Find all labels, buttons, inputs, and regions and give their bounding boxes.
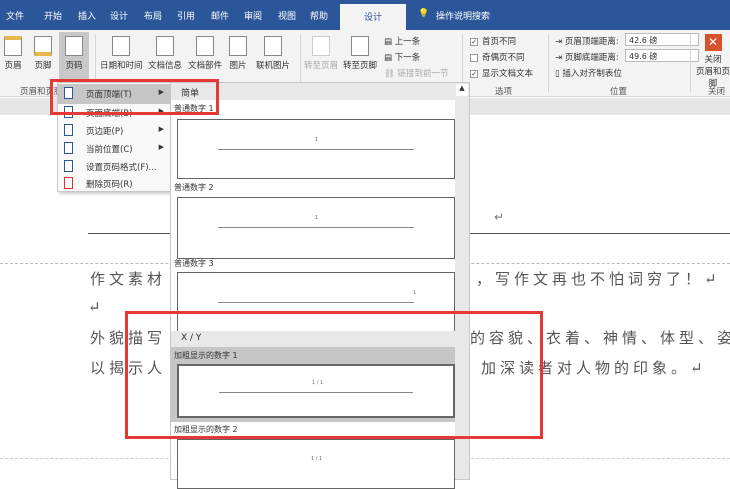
tab-file[interactable]: 文件 bbox=[6, 9, 24, 22]
link-icon: ⛓ bbox=[384, 69, 398, 79]
ribbon-tabs: 文件 开始 插入 设计 布局 引用 邮件 审阅 视图 帮助 设计 💡 操作说明搜… bbox=[0, 0, 730, 30]
gallery-item-plain-number-1[interactable]: 1 bbox=[177, 119, 455, 179]
close-header-footer-button[interactable]: ✕ 关闭 页眉和页脚 bbox=[696, 34, 730, 89]
footer-position-icon: ⇥ bbox=[555, 53, 565, 63]
picture-button[interactable]: 图片 bbox=[229, 36, 247, 71]
menu-item-remove-page-numbers[interactable]: 删除页码(R) bbox=[58, 174, 170, 194]
body-text: ，写作文再也不怕词穷了！↵ bbox=[476, 270, 721, 288]
online-picture-button[interactable]: 联机图片 bbox=[256, 36, 290, 71]
check-icon: ✓ bbox=[470, 69, 478, 78]
scroll-up-icon[interactable]: ▲ bbox=[456, 84, 468, 96]
header-icon bbox=[4, 36, 22, 56]
goto-header-icon bbox=[312, 36, 330, 56]
gallery-item-label: 普通数字 2 bbox=[174, 183, 214, 192]
footer-icon bbox=[34, 36, 52, 56]
menu-item-page-margins[interactable]: 页边距(P) ▶ bbox=[58, 121, 170, 141]
insert-align-tab-button[interactable]: ▯ 插入对齐制表位 bbox=[555, 67, 622, 79]
footer-bottom-label: ⇥ 页脚底端距离: bbox=[555, 53, 619, 63]
header-top-label: ⇥ 页眉顶端距离: bbox=[555, 37, 619, 47]
gallery-item-label: 普通数字 3 bbox=[174, 259, 214, 268]
current-position-icon bbox=[64, 142, 73, 154]
menu-item-current-position[interactable]: 当前位置(C) ▶ bbox=[58, 139, 170, 159]
tab-home[interactable]: 开始 bbox=[44, 9, 62, 22]
page-margin-icon bbox=[64, 124, 73, 136]
gallery-item-bold-number-2[interactable]: 1 / 1 bbox=[177, 439, 455, 489]
remove-icon bbox=[64, 177, 73, 189]
paragraph-mark: ↵ bbox=[494, 210, 505, 224]
checkbox-empty bbox=[470, 53, 478, 62]
date-time-button[interactable]: 日期和时间 bbox=[100, 36, 143, 71]
close-icon: ✕ bbox=[704, 34, 722, 51]
previous-button[interactable]: ▤ 上一条 bbox=[384, 35, 420, 47]
tab-insert[interactable]: 插入 bbox=[78, 9, 96, 22]
doc-info-icon bbox=[156, 36, 174, 56]
tab-design[interactable]: 设计 bbox=[110, 9, 128, 22]
group-label-options: 选项 bbox=[495, 87, 513, 97]
gallery-item-plain-number-2[interactable]: 1 bbox=[177, 197, 455, 259]
tell-me-search[interactable]: 操作说明搜索 bbox=[436, 9, 490, 22]
body-text: 作文素材 bbox=[90, 270, 167, 288]
tab-view[interactable]: 视图 bbox=[278, 9, 296, 22]
check-icon: ✓ bbox=[470, 37, 478, 46]
doc-parts-icon bbox=[196, 36, 214, 56]
goto-footer-icon bbox=[351, 36, 369, 56]
doc-info-button[interactable]: 文档信息 bbox=[148, 36, 182, 71]
submenu-arrow-icon: ▶ bbox=[158, 143, 164, 151]
tab-mailings[interactable]: 邮件 bbox=[211, 9, 229, 22]
footer-bottom-input[interactable]: 49.6 磅 bbox=[625, 49, 699, 62]
tab-references[interactable]: 引用 bbox=[177, 9, 195, 22]
page-number-button[interactable]: 页码 bbox=[59, 32, 89, 82]
sample-page-number: 1 / 1 bbox=[311, 456, 323, 462]
doc-parts-button[interactable]: 文档部件 bbox=[188, 36, 222, 71]
group-label-close: 关闭 bbox=[708, 87, 726, 97]
header-position-icon: ⇥ bbox=[555, 37, 565, 47]
footer-button[interactable]: 页脚 bbox=[32, 36, 54, 71]
highlight-box bbox=[50, 79, 219, 115]
different-odd-even-checkbox[interactable]: 奇偶页不同 bbox=[470, 51, 525, 63]
highlight-box bbox=[125, 311, 543, 439]
goto-header-button[interactable]: 转至页眉 bbox=[304, 36, 338, 71]
show-document-text-checkbox[interactable]: ✓ 显示文档文本 bbox=[470, 67, 533, 79]
tab-review[interactable]: 审阅 bbox=[244, 9, 262, 22]
paragraph-mark: ↵ bbox=[88, 298, 105, 316]
different-first-page-checkbox[interactable]: ✓ 首页不同 bbox=[470, 35, 516, 47]
goto-footer-button[interactable]: 转至页脚 bbox=[343, 36, 377, 71]
link-previous-button[interactable]: ⛓ 链接到前一节 bbox=[384, 67, 449, 79]
sample-page-number: 1 bbox=[315, 215, 319, 221]
calendar-icon bbox=[112, 36, 131, 56]
sample-page-number: 1 bbox=[413, 290, 417, 296]
group-label-position: 位置 bbox=[610, 87, 628, 97]
picture-icon bbox=[229, 36, 247, 56]
page-number-icon bbox=[65, 36, 83, 56]
header-button[interactable]: 页眉 bbox=[2, 36, 24, 71]
submenu-arrow-icon: ▶ bbox=[158, 125, 164, 133]
lightbulb-icon: 💡 bbox=[418, 9, 430, 19]
tab-help[interactable]: 帮助 bbox=[310, 9, 328, 22]
header-top-input[interactable]: 42.6 磅 bbox=[625, 33, 699, 46]
next-icon: ▤ bbox=[384, 53, 395, 63]
previous-icon: ▤ bbox=[384, 37, 395, 47]
online-picture-icon bbox=[264, 36, 282, 56]
next-button[interactable]: ▤ 下一条 bbox=[384, 51, 420, 63]
tab-layout[interactable]: 布局 bbox=[144, 9, 162, 22]
format-icon bbox=[64, 160, 73, 172]
sample-page-number: 1 bbox=[315, 137, 319, 143]
tab-hf-design[interactable]: 设计 bbox=[340, 4, 407, 30]
